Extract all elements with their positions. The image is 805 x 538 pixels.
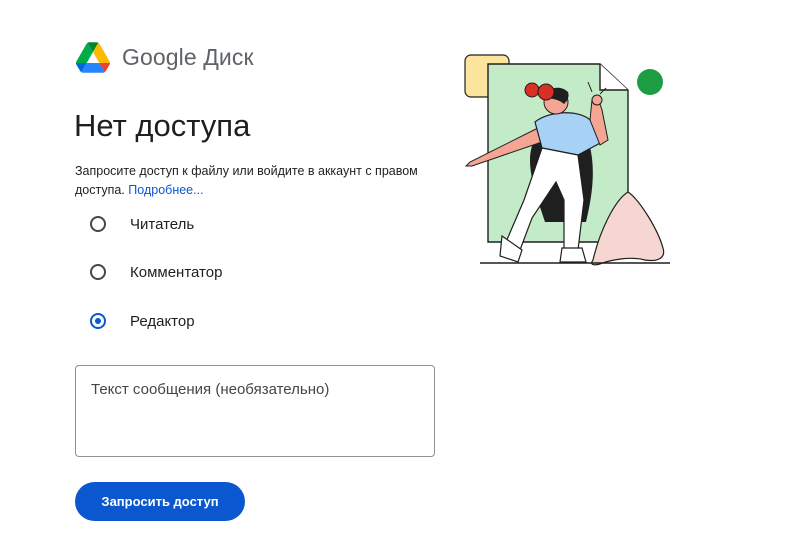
role-option-commenter[interactable]: Комментатор [88, 260, 222, 284]
role-label-viewer: Читатель [130, 215, 195, 233]
illustration-hair-bun-2 [537, 83, 555, 101]
radio-editor[interactable] [90, 313, 106, 329]
radio-viewer[interactable] [90, 216, 106, 232]
description-text: Запросите доступ к файлу или войдите в а… [75, 164, 418, 197]
access-illustration [464, 54, 670, 266]
page-title: Нет доступа [74, 108, 251, 143]
app-name: Google Диск [122, 43, 254, 70]
role-label-editor: Редактор [130, 312, 195, 330]
request-access-button[interactable]: Запросить доступ [75, 482, 245, 521]
access-description: Запросите доступ к файлу или войдите в а… [75, 162, 420, 200]
message-input[interactable] [75, 365, 435, 457]
radio-commenter[interactable] [90, 264, 106, 280]
role-option-viewer[interactable]: Читатель [88, 212, 194, 236]
role-option-editor[interactable]: Редактор [88, 309, 195, 333]
illustration-hair-bun-1 [524, 82, 540, 98]
role-label-commenter: Комментатор [130, 263, 223, 281]
learn-more-link[interactable]: Подробнее... [128, 183, 203, 197]
illustration-green-circle [637, 69, 663, 95]
brand-header: Google Диск [76, 40, 254, 74]
google-drive-logo-icon [76, 41, 110, 73]
